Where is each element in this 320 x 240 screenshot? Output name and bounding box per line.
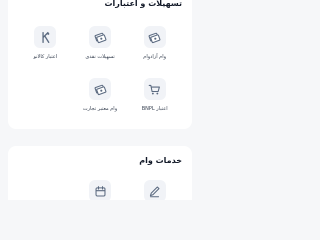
loan-services-card: خدمات وام <box>8 146 192 200</box>
tile-label: اعتبار کالانو <box>33 54 58 60</box>
kalano-logo-icon <box>34 26 57 48</box>
tile-trade-loan[interactable]: وام معتبر تجارت <box>73 78 128 112</box>
tile-kalano-credit[interactable]: اعتبار کالانو <box>18 26 73 60</box>
cart-icon <box>143 78 166 100</box>
page: تسهیلات و اعتبارات وام آزادوام تسهیلات ن… <box>0 0 200 200</box>
cash-stack-icon <box>89 78 112 100</box>
tile-cash-facility[interactable]: تسهیلات نقدی <box>73 26 128 60</box>
facilities-title: تسهیلات و اعتبارات <box>104 0 182 8</box>
cash-stack-icon <box>143 26 166 48</box>
tile-label: وام معتبر تجارت <box>82 106 118 112</box>
loan-services-grid <box>18 180 182 200</box>
facilities-card: تسهیلات و اعتبارات وام آزادوام تسهیلات ن… <box>8 0 192 129</box>
tile-loan-service-2[interactable] <box>73 180 128 200</box>
tile-loan-service-1[interactable] <box>127 180 182 200</box>
facilities-grid: وام آزادوام تسهیلات نقدی اعتبار کالانو ا… <box>18 26 182 112</box>
tile-label: اعتبار BNPL <box>141 106 168 112</box>
tile-bnpl-credit[interactable]: اعتبار BNPL <box>127 78 182 112</box>
loan-services-title: خدمات وام <box>139 156 182 165</box>
cash-stack-icon <box>89 26 112 48</box>
tile-label: تسهیلات نقدی <box>85 54 115 60</box>
tile-label: وام آزادوام <box>143 54 167 60</box>
document-pen-icon <box>143 180 166 200</box>
tile-azadvam-loan[interactable]: وام آزادوام <box>127 26 182 60</box>
calendar-icon <box>89 180 112 200</box>
